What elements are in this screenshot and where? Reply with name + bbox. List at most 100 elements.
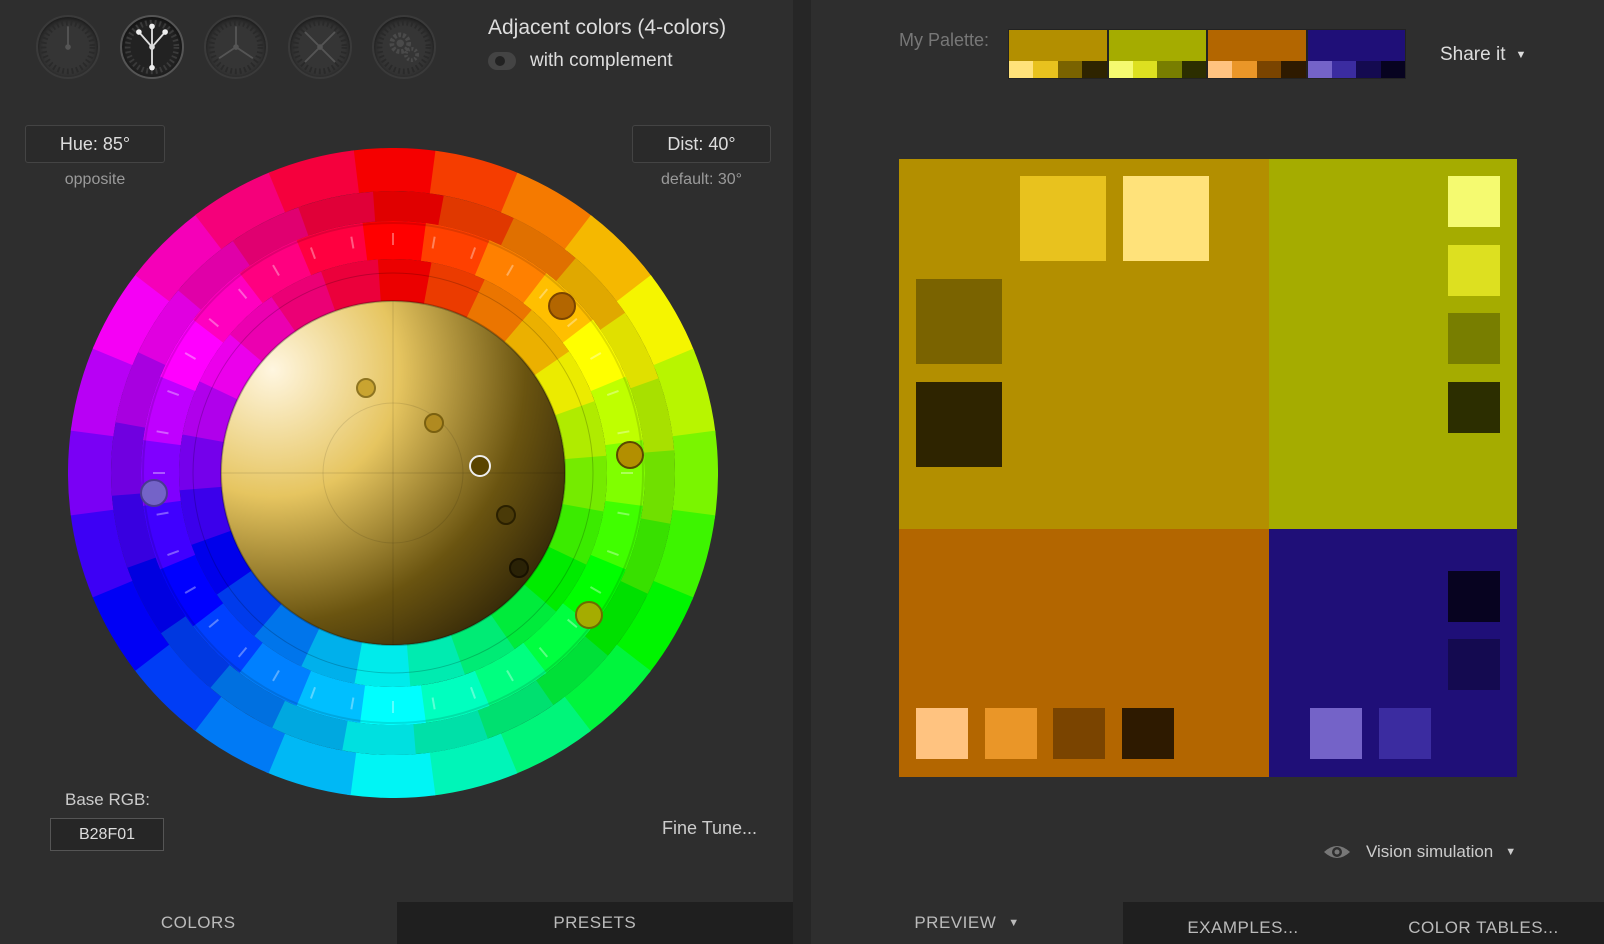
- adjacent-scheme-icon: [124, 19, 180, 75]
- palette-main-swatch[interactable]: [1208, 30, 1306, 61]
- color-wheel[interactable]: [68, 148, 718, 798]
- hue-segment[interactable]: [179, 432, 225, 491]
- hue-segment[interactable]: [111, 419, 146, 496]
- shade-dot[interactable]: [509, 558, 529, 578]
- mono-scheme-icon: [40, 19, 96, 75]
- scheme-triad-button[interactable]: [204, 15, 268, 79]
- caret-down-icon: ▼: [1515, 48, 1527, 61]
- palette-shade-swatch[interactable]: [1256, 61, 1282, 78]
- palette-shades: [1009, 61, 1107, 78]
- secondary-1-shade-swatch[interactable]: [1448, 245, 1500, 296]
- secondary-2-shade-swatch[interactable]: [1122, 708, 1174, 759]
- scheme-title: Adjacent colors (4-colors): [488, 16, 727, 39]
- palette-shade-swatch[interactable]: [1307, 61, 1332, 78]
- hue-segment[interactable]: [375, 259, 434, 305]
- primary-shade-swatch[interactable]: [916, 382, 1002, 467]
- complement-shade-swatch[interactable]: [1448, 639, 1500, 690]
- palette-color-2[interactable]: [1107, 29, 1207, 79]
- complement-toggle[interactable]: [488, 52, 516, 70]
- complement-toggle-row[interactable]: with complement: [488, 50, 673, 72]
- tab-colors[interactable]: COLORS: [0, 902, 397, 944]
- triad-scheme-icon: [208, 19, 264, 75]
- scheme-mono-button[interactable]: [36, 15, 100, 79]
- palette-shade-swatch[interactable]: [1009, 61, 1034, 78]
- fine-tune-link[interactable]: Fine Tune...: [662, 818, 757, 839]
- tab-color-tables[interactable]: COLOR TABLES...: [1363, 902, 1604, 944]
- hue-segment[interactable]: [68, 427, 114, 516]
- palette-shade-swatch[interactable]: [1380, 61, 1405, 78]
- complement-shade-swatch[interactable]: [1310, 708, 1362, 759]
- hue-segment[interactable]: [350, 148, 439, 194]
- complement-label: with complement: [530, 50, 673, 71]
- hue-handle-primary[interactable]: [616, 441, 644, 469]
- complement-shade-swatch[interactable]: [1448, 571, 1500, 622]
- shade-dot[interactable]: [496, 505, 516, 525]
- palette-shade-swatch[interactable]: [1281, 61, 1306, 78]
- scheme-tetrad-button[interactable]: [288, 15, 352, 79]
- left-tab-bar: COLORS PRESETS: [0, 902, 793, 944]
- primary-shade-swatch[interactable]: [1123, 176, 1209, 261]
- hue-segment[interactable]: [672, 430, 718, 519]
- hue-segment[interactable]: [339, 720, 416, 755]
- tetrad-scheme-icon: [292, 19, 348, 75]
- color-preview: [899, 159, 1517, 777]
- caret-down-icon: ▼: [1008, 917, 1020, 929]
- eye-icon: [1324, 846, 1350, 858]
- secondary-1-shade-swatch[interactable]: [1448, 313, 1500, 364]
- palette-main-swatch[interactable]: [1009, 30, 1107, 61]
- hue-segment[interactable]: [352, 641, 411, 687]
- active-shade-dot[interactable]: [469, 455, 491, 477]
- secondary-2-shade-swatch[interactable]: [1053, 708, 1105, 759]
- hue-segment[interactable]: [370, 191, 447, 226]
- palette-color-3[interactable]: [1207, 29, 1307, 79]
- hue-segment[interactable]: [347, 752, 436, 798]
- tab-presets[interactable]: PRESETS: [396, 902, 793, 944]
- hue-segment[interactable]: [640, 450, 675, 527]
- palette-shade-swatch[interactable]: [1331, 61, 1357, 78]
- complement-shade-swatch[interactable]: [1379, 708, 1431, 759]
- shade-dot[interactable]: [356, 378, 376, 398]
- palette-color-4[interactable]: [1306, 29, 1406, 79]
- palette-color-1[interactable]: [1008, 29, 1108, 79]
- primary-shade-swatch[interactable]: [1020, 176, 1106, 261]
- vision-simulation-dropdown[interactable]: Vision simulation ▼: [1322, 842, 1516, 862]
- base-rgb-input[interactable]: B28F01: [50, 818, 164, 851]
- colors-panel: Adjacent colors (4-colors) with compleme…: [0, 0, 793, 944]
- secondary-1-shade-swatch[interactable]: [1448, 176, 1500, 227]
- hue-handle-secondary-2[interactable]: [548, 292, 576, 320]
- hue-segment[interactable]: [360, 221, 429, 262]
- palette-shade-swatch[interactable]: [1108, 61, 1133, 78]
- caret-down-icon: ▼: [1505, 846, 1517, 858]
- hue-handle-complement[interactable]: [140, 479, 168, 507]
- share-label: Share it: [1440, 44, 1506, 65]
- secondary-2-shade-swatch[interactable]: [985, 708, 1037, 759]
- palette-shades: [1208, 61, 1306, 78]
- palette-strip[interactable]: [1008, 29, 1406, 79]
- palette-label: My Palette:: [899, 30, 990, 50]
- palette-shade-swatch[interactable]: [1033, 61, 1058, 78]
- palette-shade-swatch[interactable]: [1232, 61, 1257, 78]
- primary-shade-swatch[interactable]: [916, 279, 1002, 364]
- secondary-2-shade-swatch[interactable]: [916, 708, 968, 759]
- palette-shade-swatch[interactable]: [1082, 61, 1107, 78]
- palette-shade-swatch[interactable]: [1181, 61, 1206, 78]
- shade-dot[interactable]: [424, 413, 444, 433]
- palette-shade-swatch[interactable]: [1132, 61, 1158, 78]
- hue-segment[interactable]: [561, 455, 607, 514]
- tab-examples[interactable]: EXAMPLES...: [1123, 902, 1363, 944]
- palette-main-swatch[interactable]: [1108, 30, 1206, 61]
- palette-shade-swatch[interactable]: [1057, 61, 1083, 78]
- scheme-adjacent-button[interactable]: [120, 15, 184, 79]
- tab-preview-label: PREVIEW: [914, 913, 997, 932]
- hue-handle-secondary-1[interactable]: [575, 601, 603, 629]
- tab-preview[interactable]: PREVIEW ▼: [811, 902, 1123, 944]
- secondary-1-shade-swatch[interactable]: [1448, 382, 1500, 433]
- palette-shade-swatch[interactable]: [1208, 61, 1233, 78]
- app-root: Adjacent colors (4-colors) with compleme…: [0, 0, 1604, 944]
- hue-segment[interactable]: [357, 684, 426, 726]
- scheme-freestyle-button[interactable]: [372, 15, 436, 79]
- palette-shade-swatch[interactable]: [1356, 61, 1381, 78]
- share-button[interactable]: Share it ▼: [1440, 44, 1526, 66]
- palette-main-swatch[interactable]: [1307, 30, 1405, 61]
- palette-shade-swatch[interactable]: [1157, 61, 1182, 78]
